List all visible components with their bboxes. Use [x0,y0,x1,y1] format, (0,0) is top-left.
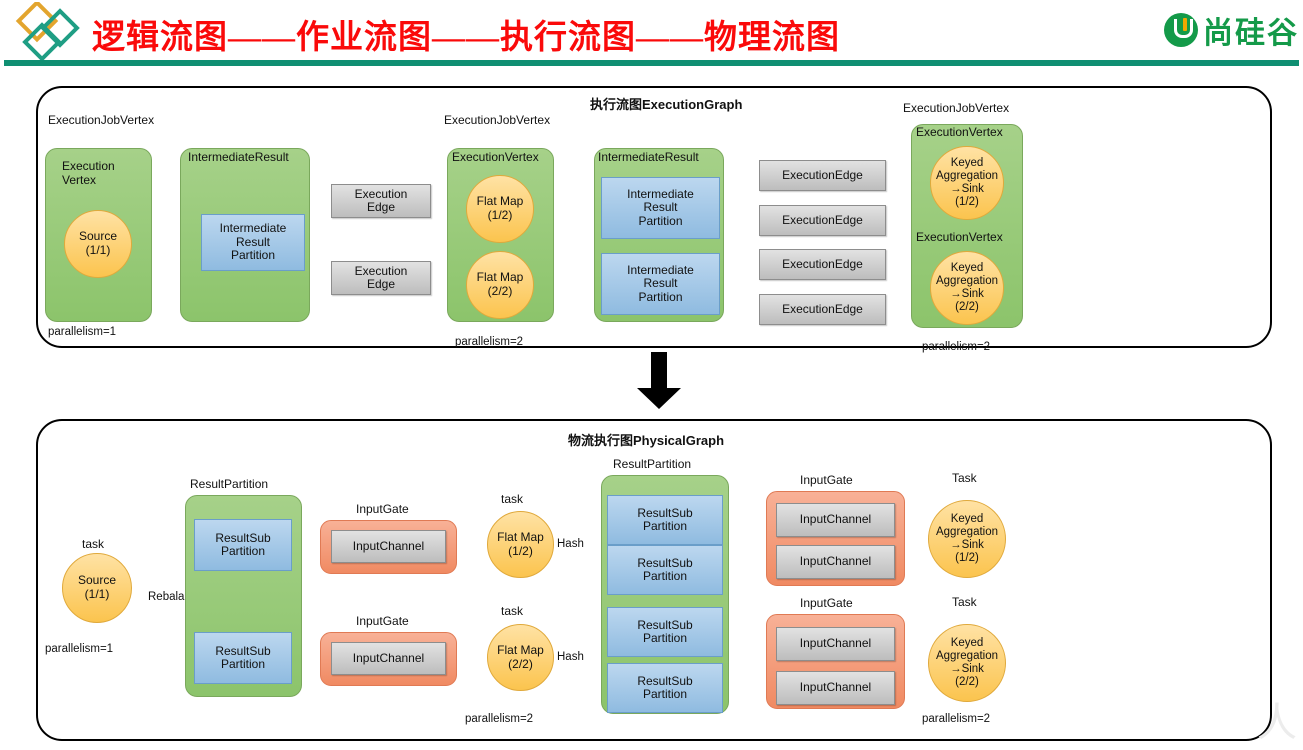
node-sink-1[interactable]: Keyed Aggregation →Sink (1/2) [930,146,1004,220]
label-execution-vertex-2: ExecutionVertex [452,150,539,164]
label-input-gate-2: InputGate [356,614,409,628]
node-flatmap-1[interactable]: Flat Map (1/2) [466,175,534,243]
execution-edge-3[interactable]: ExecutionEdge [759,160,886,191]
intermediate-result-partition-3[interactable]: Intermediate Result Partition [601,253,720,315]
label-task-sink-1: Task [952,471,977,485]
physical-graph-title: 物流执行图PhysicalGraph [568,433,725,448]
flow-down-arrow-icon [637,352,681,409]
parallelism-2: parallelism=2 [455,336,524,348]
shangguigu-u-logo-icon [1164,13,1198,47]
result-sub-partition-6[interactable]: ResultSub Partition [607,663,723,713]
parallelism-1: parallelism=1 [48,326,117,338]
result-sub-partition-3[interactable]: ResultSub Partition [607,495,723,545]
result-sub-partition-5[interactable]: ResultSub Partition [607,607,723,657]
bottom-node-source[interactable]: Source (1/1) [62,553,132,623]
label-task-sink-2: Task [952,595,977,609]
label-hash-1: Hash [557,538,584,550]
input-channel-2[interactable]: InputChannel [331,642,446,675]
execution-edge-5[interactable]: ExecutionEdge [759,249,886,280]
bottom-node-flatmap-2[interactable]: Flat Map (2/2) [487,624,554,691]
label-task-source: task [82,537,105,551]
node-sink-2[interactable]: Keyed Aggregation →Sink (2/2) [930,251,1004,325]
label-task-flatmap-2: task [501,604,524,618]
execution-edge-4[interactable]: ExecutionEdge [759,205,886,236]
intermediate-result-partition-2[interactable]: Intermediate Result Partition [601,177,720,239]
label-hash-2: Hash [557,651,584,663]
input-channel-5[interactable]: InputChannel [776,627,895,661]
execution-graph-title: 执行流图ExecutionGraph [590,97,743,112]
input-channel-3[interactable]: InputChannel [776,503,895,537]
input-channel-4[interactable]: InputChannel [776,545,895,579]
label-execution-vertex-3a: ExecutionVertex [916,125,1003,139]
slide-header: 逻辑流图——作业流图——执行流图——物理流图 尚硅谷 [0,0,1303,72]
node-source[interactable]: Source (1/1) [64,210,132,278]
input-channel-1[interactable]: InputChannel [331,530,446,563]
execution-edge-2[interactable]: Execution Edge [331,261,431,295]
label-result-partition-1: ResultPartition [190,477,269,491]
brand-logo: 尚硅谷 [1164,8,1299,52]
bottom-node-sink-1[interactable]: Keyed Aggregation →Sink (1/2) [928,500,1006,578]
label-execution-job-vertex-2: ExecutionJobVertex [444,113,551,127]
label-execution-job-vertex-3: ExecutionJobVertex [903,101,1010,115]
label-execution-job-vertex-1: ExecutionJobVertex [48,113,155,127]
header-divider [4,60,1299,66]
result-sub-partition-2[interactable]: ResultSub Partition [194,632,292,684]
result-sub-partition-1[interactable]: ResultSub Partition [194,519,292,571]
input-channel-6[interactable]: InputChannel [776,671,895,705]
execution-edge-6[interactable]: ExecutionEdge [759,294,886,325]
diamond-logo-icon [15,2,80,62]
slide-root: 逻辑流图——作业流图——执行流图——物理流图 尚硅谷 执行流图Execution… [0,0,1303,750]
label-execution-vertex-3b: ExecutionVertex [916,230,1003,244]
bottom-parallelism-3: parallelism=2 [922,713,991,725]
bottom-node-sink-2[interactable]: Keyed Aggregation →Sink (2/2) [928,624,1006,702]
parallelism-3: parallelism=2 [922,341,991,353]
label-intermediate-result-2: IntermediateResult [598,150,699,164]
label-execution-vertex-1: Execution Vertex [62,159,115,187]
label-intermediate-result-1: IntermediateResult [188,150,289,164]
intermediate-result-partition-1[interactable]: Intermediate Result Partition [201,214,305,271]
result-sub-partition-4[interactable]: ResultSub Partition [607,545,723,595]
label-input-gate-4: InputGate [800,596,853,610]
label-task-flatmap-1: task [501,492,524,506]
brand-name: 尚硅谷 [1203,17,1299,50]
bottom-parallelism-2: parallelism=2 [465,713,534,725]
execution-edge-1[interactable]: Execution Edge [331,184,431,218]
label-result-partition-2: ResultPartition [613,457,692,471]
node-flatmap-2[interactable]: Flat Map (2/2) [466,251,534,319]
label-input-gate-3: InputGate [800,473,853,487]
bottom-parallelism-1: parallelism=1 [45,643,114,655]
watermark: 人 [1257,700,1297,745]
label-input-gate-1: InputGate [356,502,409,516]
bottom-node-flatmap-1[interactable]: Flat Map (1/2) [487,511,554,578]
page-title: 逻辑流图——作业流图——执行流图——物理流图 [92,20,840,56]
